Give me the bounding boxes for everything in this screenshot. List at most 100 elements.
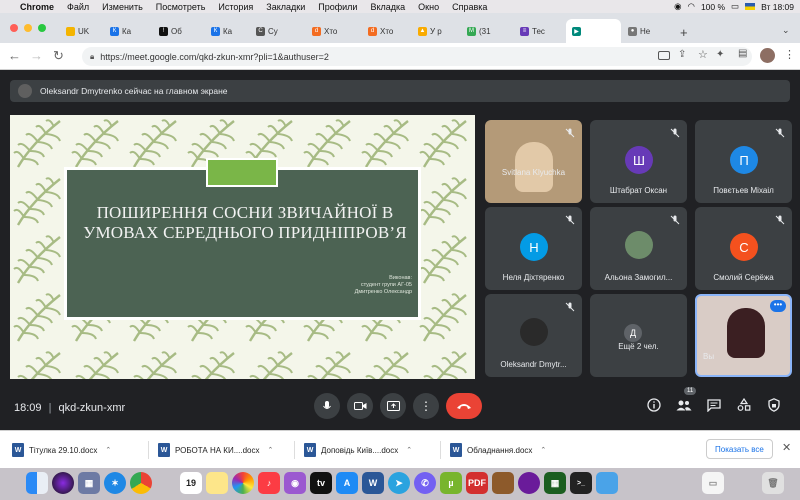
browser-tab[interactable]: UK xyxy=(60,19,104,43)
browser-tab[interactable]: M (31 xyxy=(461,19,505,43)
chevron-up-icon[interactable]: ⌃ xyxy=(105,446,111,454)
menu-help[interactable]: Справка xyxy=(452,2,487,12)
finder-icon[interactable] xyxy=(26,472,48,494)
safari-icon[interactable]: ✶ xyxy=(104,472,126,494)
host-controls-button[interactable] xyxy=(764,395,784,415)
participant-tile[interactable]: Svitlana Klyuchka xyxy=(485,120,582,203)
forward-arrow-icon[interactable]: → xyxy=(30,48,43,63)
launchpad-icon[interactable]: ▦ xyxy=(78,472,100,494)
browser-tab[interactable]: ▶ xyxy=(566,19,621,43)
appletv-icon[interactable]: tv xyxy=(310,472,332,494)
siri-icon[interactable] xyxy=(52,472,74,494)
profile-avatar[interactable] xyxy=(760,48,775,63)
wifi-icon[interactable]: ◠ xyxy=(688,1,695,12)
browser-tab[interactable]: d Хто xyxy=(362,19,406,43)
lock-icon[interactable]: 🔒︎ xyxy=(90,52,94,62)
participant-tile[interactable]: Альона Замогил... xyxy=(590,207,687,290)
url-field[interactable]: 🔒︎ https://meet.google.com/qkd-zkun-xmr?… xyxy=(82,47,752,66)
minimize-window-button[interactable] xyxy=(24,24,32,32)
participant-tile[interactable]: П Повєтьев Міхаіл xyxy=(695,120,792,203)
download-item[interactable]: W Обладнання.docx ⌃ xyxy=(450,440,546,460)
menu-file[interactable]: Файл xyxy=(67,2,89,12)
telegram-icon[interactable]: ➤ xyxy=(388,472,410,494)
browser-tab[interactable]: К Ка xyxy=(104,19,148,43)
participant-tile[interactable]: ••• Вы xyxy=(695,294,792,377)
screen-record-icon[interactable]: ◉ xyxy=(674,1,681,12)
chevron-up-icon[interactable]: ⌃ xyxy=(406,446,412,454)
calendar-icon[interactable]: 19 xyxy=(180,472,202,494)
notes-icon[interactable] xyxy=(206,472,228,494)
present-screen-button[interactable] xyxy=(380,393,406,419)
menubar-app-name[interactable]: Chrome xyxy=(20,2,54,12)
music-icon[interactable]: ♪ xyxy=(258,472,280,494)
document-icon[interactable]: ▭ xyxy=(702,472,724,494)
pdf-icon[interactable]: PDF xyxy=(466,472,488,494)
browser-tab[interactable]: ≡ Тес xyxy=(514,19,558,43)
menu-view[interactable]: Посмотреть xyxy=(156,2,206,12)
presented-slide[interactable]: ПОШИРЕННЯ СОСНИ ЗВИЧАЙНОЇ В УМОВАХ СЕРЕД… xyxy=(10,115,475,379)
zoom-window-button[interactable] xyxy=(38,24,46,32)
participant-tile[interactable]: Oleksandr Dmytr... xyxy=(485,294,582,377)
share-icon[interactable]: ⇪ xyxy=(678,49,686,60)
close-downloads-icon[interactable]: ✕ xyxy=(782,441,791,454)
menu-window[interactable]: Окно xyxy=(418,2,439,12)
menu-profiles[interactable]: Профили xyxy=(318,2,357,12)
browser-tab[interactable]: К Ка xyxy=(205,19,249,43)
appstore-icon[interactable]: A xyxy=(336,472,358,494)
sheets-icon[interactable]: ▦ xyxy=(544,472,566,494)
leave-call-button[interactable] xyxy=(446,393,482,419)
participant-tile[interactable]: С Смолий Серёжа xyxy=(695,207,792,290)
more-options-button[interactable]: ⋮ xyxy=(413,393,439,419)
meeting-info-button[interactable] xyxy=(644,395,664,415)
terminal-icon[interactable]: >_ xyxy=(570,472,592,494)
menu-bookmarks[interactable]: Закладки xyxy=(266,2,305,12)
activities-button[interactable] xyxy=(734,395,754,415)
bookmark-star-icon[interactable]: ☆ xyxy=(698,48,708,61)
battery-icon[interactable]: ▭ xyxy=(731,1,739,12)
participant-name: Oleksandr Dmytr... xyxy=(500,360,567,369)
participant-tile[interactable]: Н Неля Діхтяренко xyxy=(485,207,582,290)
reload-icon[interactable]: ↻ xyxy=(53,48,64,64)
browser-tab[interactable]: ! Об xyxy=(153,19,197,43)
menu-history[interactable]: История xyxy=(218,2,253,12)
word-icon[interactable]: W xyxy=(362,472,384,494)
close-window-button[interactable] xyxy=(10,24,18,32)
browser-tab[interactable]: ▲ У р xyxy=(412,19,456,43)
browser-tab[interactable]: ● Не xyxy=(622,19,666,43)
chrome-icon[interactable] xyxy=(130,472,152,494)
folder-icon[interactable] xyxy=(596,472,618,494)
download-item[interactable]: W РОБОТА НА КИ....docx ⌃ xyxy=(158,440,273,460)
flag-icon[interactable] xyxy=(745,3,756,10)
chrome-menu-icon[interactable]: ⋮ xyxy=(784,48,795,61)
camera-button[interactable] xyxy=(347,393,373,419)
participant-tile[interactable]: Ш Штабрат Оксан xyxy=(590,120,687,203)
participant-tile[interactable]: Д Ещё 2 чел. xyxy=(590,294,687,377)
camera-indicator-icon[interactable] xyxy=(658,51,670,60)
participants-button[interactable]: 11 xyxy=(674,387,697,415)
app-icon[interactable] xyxy=(518,472,540,494)
new-tab-button[interactable]: + xyxy=(680,25,688,40)
clock[interactable]: Вт 18:09 xyxy=(761,2,794,12)
chevron-up-icon[interactable]: ⌃ xyxy=(540,446,546,454)
download-item[interactable]: W Доповідь Київ....docx ⌃ xyxy=(304,440,412,460)
download-item[interactable]: W Тітулка 29.10.docx ⌃ xyxy=(12,440,111,460)
show-all-downloads-button[interactable]: Показать все xyxy=(706,439,773,459)
browser-tab[interactable]: d Хто xyxy=(306,19,350,43)
reading-list-icon[interactable]: ▤ xyxy=(738,48,747,59)
torrent-icon[interactable]: µ xyxy=(440,472,462,494)
photos-icon[interactable] xyxy=(232,472,254,494)
chat-button[interactable] xyxy=(704,395,724,415)
viber-icon[interactable]: ✆ xyxy=(414,472,436,494)
extensions-icon[interactable]: ✦ xyxy=(716,49,724,60)
chevron-up-icon[interactable]: ⌃ xyxy=(267,446,273,454)
trash-icon[interactable]: 🗑︎ xyxy=(762,472,784,494)
browser-tab[interactable]: C Су xyxy=(250,19,294,43)
archive-icon[interactable] xyxy=(492,472,514,494)
menu-tab[interactable]: Вкладка xyxy=(370,2,405,12)
menu-edit[interactable]: Изменить xyxy=(102,2,143,12)
back-arrow-icon[interactable]: ← xyxy=(8,48,21,63)
tab-search-icon[interactable]: ⌄ xyxy=(782,25,790,36)
podcasts-icon[interactable]: ◉ xyxy=(284,472,306,494)
microphone-button[interactable] xyxy=(314,393,340,419)
self-options-button[interactable]: ••• xyxy=(770,300,786,312)
